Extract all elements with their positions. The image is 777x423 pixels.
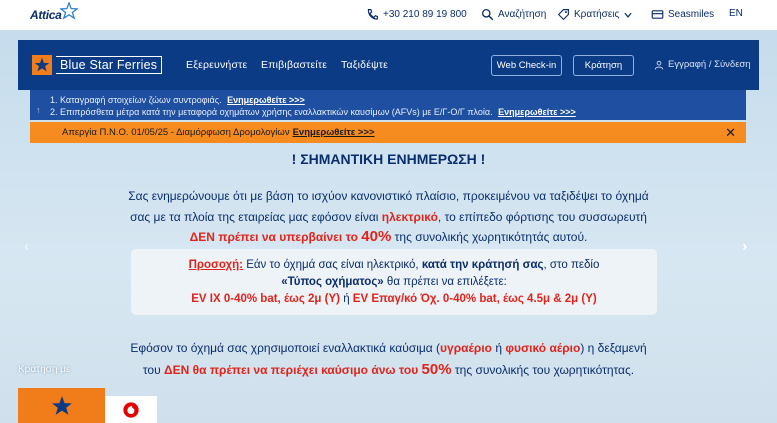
notice-link-2[interactable]: Ενημερωθείτε >>> [498, 107, 576, 117]
top-utility-bar: Attica +30 210 89 19 800 Αναζήτηση Κρατή… [0, 0, 777, 30]
blue-star-ferries-logo[interactable]: Blue Star Ferries [32, 55, 163, 75]
star-icon [51, 395, 72, 415]
phone-number: +30 210 89 19 800 [383, 9, 467, 20]
attica-star-icon [59, 2, 78, 20]
star-logo-icon [32, 55, 52, 75]
strike-alert-bar: Απεργία Π.Ν.Ο. 01/05/25 - Διαμόρφωση Δρο… [30, 122, 746, 143]
attention-box: Προσοχή: Εάν το όχημά σας είναι ηλεκτρικ… [131, 249, 657, 315]
important-update-title: ! ΣΗΜΑΝΤΙΚΗ ΕΝΗΜΕΡΩΣΗ ! [291, 151, 486, 167]
nav-board[interactable]: Επιβιβαστείτε [261, 59, 327, 71]
nav-explore[interactable]: Εξερευνήστε [186, 59, 247, 71]
notice-arrow-icon: ↑ [36, 105, 41, 115]
notice-item-1: 1. Καταγραφή στοιχείων ζώων συντροφιάς. … [50, 95, 305, 105]
language-label: EN [729, 8, 743, 19]
ev-notice-paragraph: Σας ενημερώνουμε ότι με βάση το ισχύον κ… [128, 189, 649, 245]
booking-with-label: Κράτηση με [18, 364, 71, 375]
seasmiles-link[interactable]: Seasmiles [651, 8, 714, 21]
search-link[interactable]: Αναζήτηση [481, 8, 546, 21]
phone-icon [367, 9, 378, 20]
seasmiles-label: Seasmiles [668, 9, 715, 20]
attica-logo[interactable]: Attica [30, 2, 78, 27]
attica-logo-text: Attica [30, 8, 62, 22]
card-icon [651, 10, 664, 19]
search-label: Αναζήτηση [498, 9, 547, 20]
login-label: Εγγραφή / Σύνδεση [668, 59, 751, 70]
login-link[interactable]: Εγγραφή / Σύνδεση [654, 59, 751, 70]
vehicle-option-1: EV IX 0-40% bat, έως 2μ (Υ) [191, 293, 340, 305]
alert-link[interactable]: Ενημερωθείτε >>> [293, 127, 375, 138]
search-icon [481, 8, 494, 21]
web-checkin-button[interactable]: Web Check-in [491, 55, 562, 76]
user-icon [654, 60, 664, 69]
notice-item-2: 2. Επιπρόσθετα μέτρα κατά την μεταφορά ο… [50, 107, 576, 117]
bookings-dropdown[interactable]: Κρατήσεις [557, 8, 633, 21]
alert-text: Απεργία Π.Ν.Ο. 01/05/25 - Διαμόρφωση Δρο… [62, 127, 290, 138]
nav-travel[interactable]: Ταξιδέψτε [341, 59, 388, 71]
alt-fuel-paragraph: Εφόσον το όχημά σας χρησιμοποιεί εναλλακ… [130, 341, 647, 378]
attention-label: Προσοχή: [188, 259, 244, 271]
vodafone-icon [123, 401, 139, 418]
carousel-next-icon[interactable]: › [742, 238, 747, 256]
phone-link[interactable]: +30 210 89 19 800 [366, 8, 467, 21]
main-navbar: Blue Star Ferries Εξερευνήστε Επιβιβαστε… [18, 40, 759, 90]
carousel-prev-icon[interactable]: ‹ [24, 238, 29, 256]
vodafone-booking-tab[interactable] [105, 396, 157, 423]
close-icon[interactable]: ✕ [725, 125, 736, 141]
booking-button[interactable]: Κράτηση [573, 55, 634, 76]
notice-link-1[interactable]: Ενημερωθείτε >>> [227, 95, 305, 105]
bookings-label: Κρατήσεις [574, 9, 620, 20]
brand-name: Blue Star Ferries [56, 56, 163, 74]
vehicle-option-2: EV Επαγ/κό Όχ. 0-40% bat, έως 4.5μ & 2μ … [352, 293, 597, 305]
language-switch[interactable]: EN [729, 8, 743, 19]
bluestar-booking-tab[interactable] [18, 388, 105, 423]
notices-bar: ↑ 1. Καταγραφή στοιχείων ζώων συντροφιάς… [30, 90, 746, 120]
chevron-down-icon [624, 12, 632, 18]
tag-icon [557, 9, 569, 21]
